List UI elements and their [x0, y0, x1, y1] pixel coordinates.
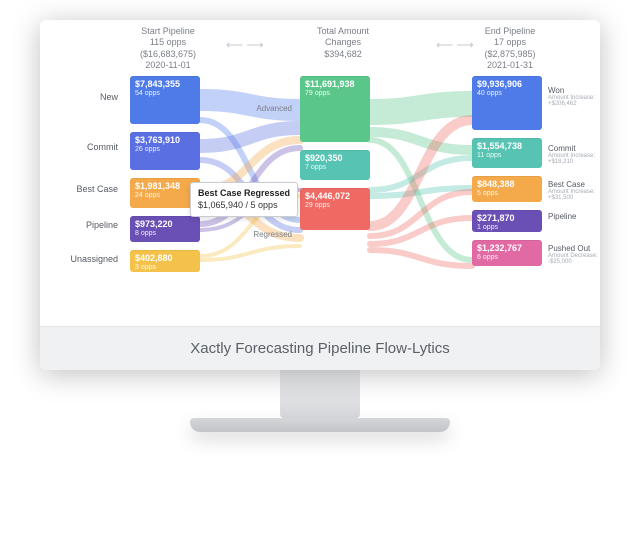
node-amount: $973,220: [135, 220, 195, 230]
caption-text: Xactly Forecasting Pipeline Flow-Lytics: [190, 340, 450, 357]
right-label: Best CaseAmount Increase: +$31,500: [548, 180, 600, 201]
node-amount: $9,936,906: [477, 80, 537, 90]
node-amount: $848,388: [477, 180, 537, 190]
right-label: WonAmount Increase: +$206,462: [548, 86, 600, 107]
flow-node[interactable]: $4,446,07229 opps: [300, 188, 370, 230]
right-label: Pushed OutAmount Decrease: -$25,000: [548, 244, 600, 265]
monitor-stand-base: [190, 418, 450, 432]
node-sub: 54 opps: [135, 90, 195, 98]
right-label-title: Commit: [548, 144, 576, 153]
node-amount: $4,446,072: [305, 192, 365, 202]
right-label-title: Pushed Out: [548, 244, 590, 253]
node-amount: $3,763,910: [135, 136, 195, 146]
mid-label: Regressed: [240, 230, 292, 239]
row-label: Pipeline: [58, 220, 118, 230]
right-label: CommitAmount Increase: +$18,210: [548, 144, 600, 165]
node-sub: 6 opps: [477, 254, 537, 262]
node-sub: 1 opps: [477, 224, 537, 232]
flow-node[interactable]: $402,8803 opps: [130, 250, 200, 272]
mid-nodes: $11,691,93879 opps $920,3507 opps $4,446,0…: [300, 76, 370, 238]
node-amount: $11,691,938: [305, 80, 365, 90]
flow-node[interactable]: $9,936,90640 opps: [472, 76, 542, 130]
right-label-title: Best Case: [548, 180, 585, 189]
right-label-sub: Amount Decrease: -$25,000: [548, 253, 600, 265]
flow-node[interactable]: $3,763,91026 opps: [130, 132, 200, 170]
right-label-title: Won: [548, 86, 564, 95]
right-label-title: Pipeline: [548, 212, 576, 221]
node-sub: 26 opps: [135, 146, 195, 154]
node-amount: $1,981,348: [135, 182, 195, 192]
node-sub: 24 opps: [135, 192, 195, 200]
flow-node[interactable]: $848,3885 opps: [472, 176, 542, 202]
row-label: New: [58, 92, 118, 102]
row-label: Unassigned: [58, 254, 118, 264]
sankey-chart: ⟵ ⟶ ⟵ ⟶ Start Pipeline 115 opps ($16,683…: [40, 20, 600, 326]
right-label-sub: Amount Increase: +$31,500: [548, 189, 600, 201]
node-sub: 29 opps: [305, 202, 365, 210]
node-amount: $402,880: [135, 254, 195, 264]
node-sub: 8 opps: [135, 230, 195, 238]
node-sub: 11 opps: [477, 152, 537, 160]
flow-node[interactable]: $271,8701 opps: [472, 210, 542, 232]
flow-node[interactable]: $920,3507 opps: [300, 150, 370, 180]
flow-node[interactable]: $973,2208 opps: [130, 216, 200, 242]
node-amount: $271,870: [477, 214, 537, 224]
monitor-stand-neck: [280, 370, 360, 418]
right-label-sub: Amount Increase: +$18,210: [548, 153, 600, 165]
node-sub: 3 opps: [135, 264, 195, 272]
screen: ⟵ ⟶ ⟵ ⟶ Start Pipeline 115 opps ($16,683…: [40, 20, 600, 370]
hover-tooltip: Best Case Regressed $1,065,940 / 5 opps: [190, 182, 298, 217]
end-nodes: $9,936,90640 opps $1,554,73811 opps $848,3…: [472, 76, 542, 274]
start-nodes: $7,843,35554 opps $3,763,91026 opps $1,981…: [130, 76, 200, 280]
flow-node[interactable]: $11,691,93879 opps: [300, 76, 370, 142]
node-sub: 40 opps: [477, 90, 537, 98]
node-amount: $1,232,767: [477, 244, 537, 254]
caption-bar: Xactly Forecasting Pipeline Flow-Lytics: [40, 326, 600, 370]
right-label: Pipeline: [548, 212, 600, 221]
mid-label: Advanced: [240, 104, 292, 113]
node-amount: $1,554,738: [477, 142, 537, 152]
row-label: Commit: [58, 142, 118, 152]
tooltip-title: Best Case Regressed: [198, 188, 290, 200]
flow-node[interactable]: $1,232,7676 opps: [472, 240, 542, 266]
node-sub: 7 opps: [305, 164, 365, 172]
right-label-sub: Amount Increase: +$206,462: [548, 95, 600, 107]
monitor-frame: ⟵ ⟶ ⟵ ⟶ Start Pipeline 115 opps ($16,683…: [40, 20, 600, 432]
node-amount: $920,350: [305, 154, 365, 164]
tooltip-value: $1,065,940 / 5 opps: [198, 200, 278, 210]
row-label: Best Case: [58, 184, 118, 194]
node-sub: 79 opps: [305, 90, 365, 98]
node-amount: $7,843,355: [135, 80, 195, 90]
flow-node[interactable]: $7,843,35554 opps: [130, 76, 200, 124]
node-sub: 5 opps: [477, 190, 537, 198]
flow-node[interactable]: $1,554,73811 opps: [472, 138, 542, 168]
